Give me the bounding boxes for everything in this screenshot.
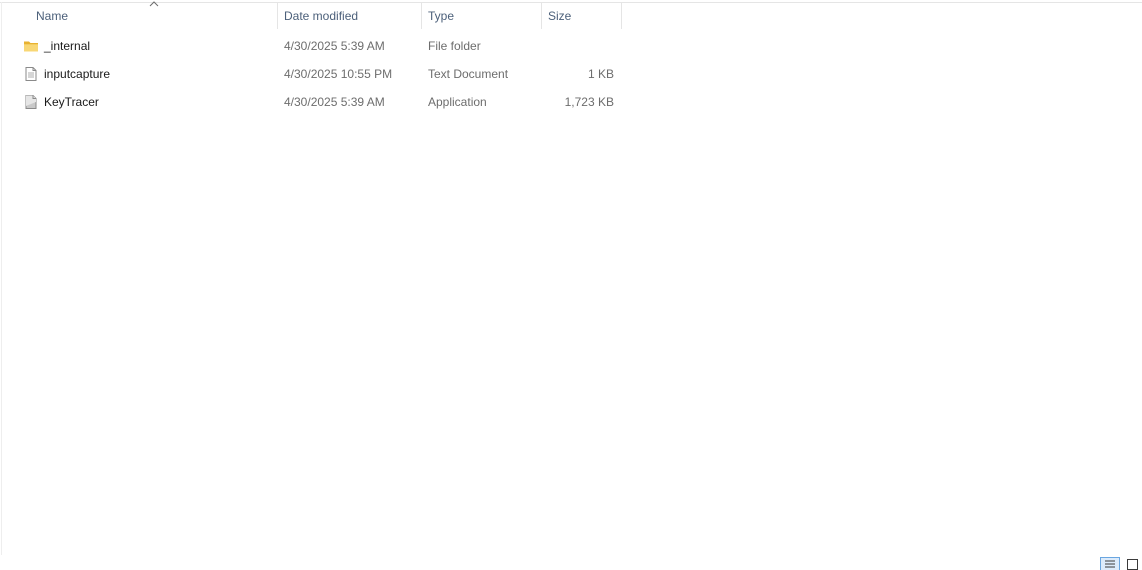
file-date-modified: 4/30/2025 5:39 AM <box>284 95 385 109</box>
details-view-button[interactable] <box>1100 557 1120 570</box>
column-header-date-modified[interactable]: Date modified <box>278 3 421 29</box>
file-type: Application <box>428 95 487 109</box>
column-separator[interactable] <box>621 3 622 29</box>
column-header-name[interactable]: Name <box>30 3 277 29</box>
column-header-type[interactable]: Type <box>422 3 541 29</box>
column-header-size[interactable]: Size <box>542 3 621 29</box>
file-type: File folder <box>428 39 481 53</box>
file-size: 1,723 KB <box>564 95 614 109</box>
file-name: KeyTracer <box>44 95 99 109</box>
left-divider <box>1 2 2 555</box>
status-bar <box>0 555 1142 570</box>
large-icons-view-button[interactable] <box>1126 557 1140 570</box>
file-size: 1 KB <box>587 67 614 81</box>
file-row-internal[interactable]: _internal 4/30/2025 5:39 AM File folder <box>20 35 622 57</box>
details-view-icon <box>1105 560 1115 568</box>
file-row-inputcapture[interactable]: inputcapture 4/30/2025 10:55 PM Text Doc… <box>20 63 622 85</box>
file-date-modified: 4/30/2025 10:55 PM <box>284 67 393 81</box>
file-name: _internal <box>44 39 91 53</box>
application-icon <box>25 95 37 109</box>
file-name: inputcapture <box>44 67 111 81</box>
large-icons-view-icon <box>1127 559 1138 570</box>
folder-icon <box>24 41 38 52</box>
column-header-bar: Name Date modified Type Size <box>0 1 1142 29</box>
file-explorer-window: Name Date modified Type Size _internal 4… <box>0 0 1142 570</box>
file-row-keytracer[interactable]: KeyTracer 4/30/2025 5:39 AM Application … <box>20 91 622 113</box>
file-date-modified: 4/30/2025 5:39 AM <box>284 39 385 53</box>
text-document-icon <box>25 67 37 81</box>
file-type: Text Document <box>428 67 509 81</box>
